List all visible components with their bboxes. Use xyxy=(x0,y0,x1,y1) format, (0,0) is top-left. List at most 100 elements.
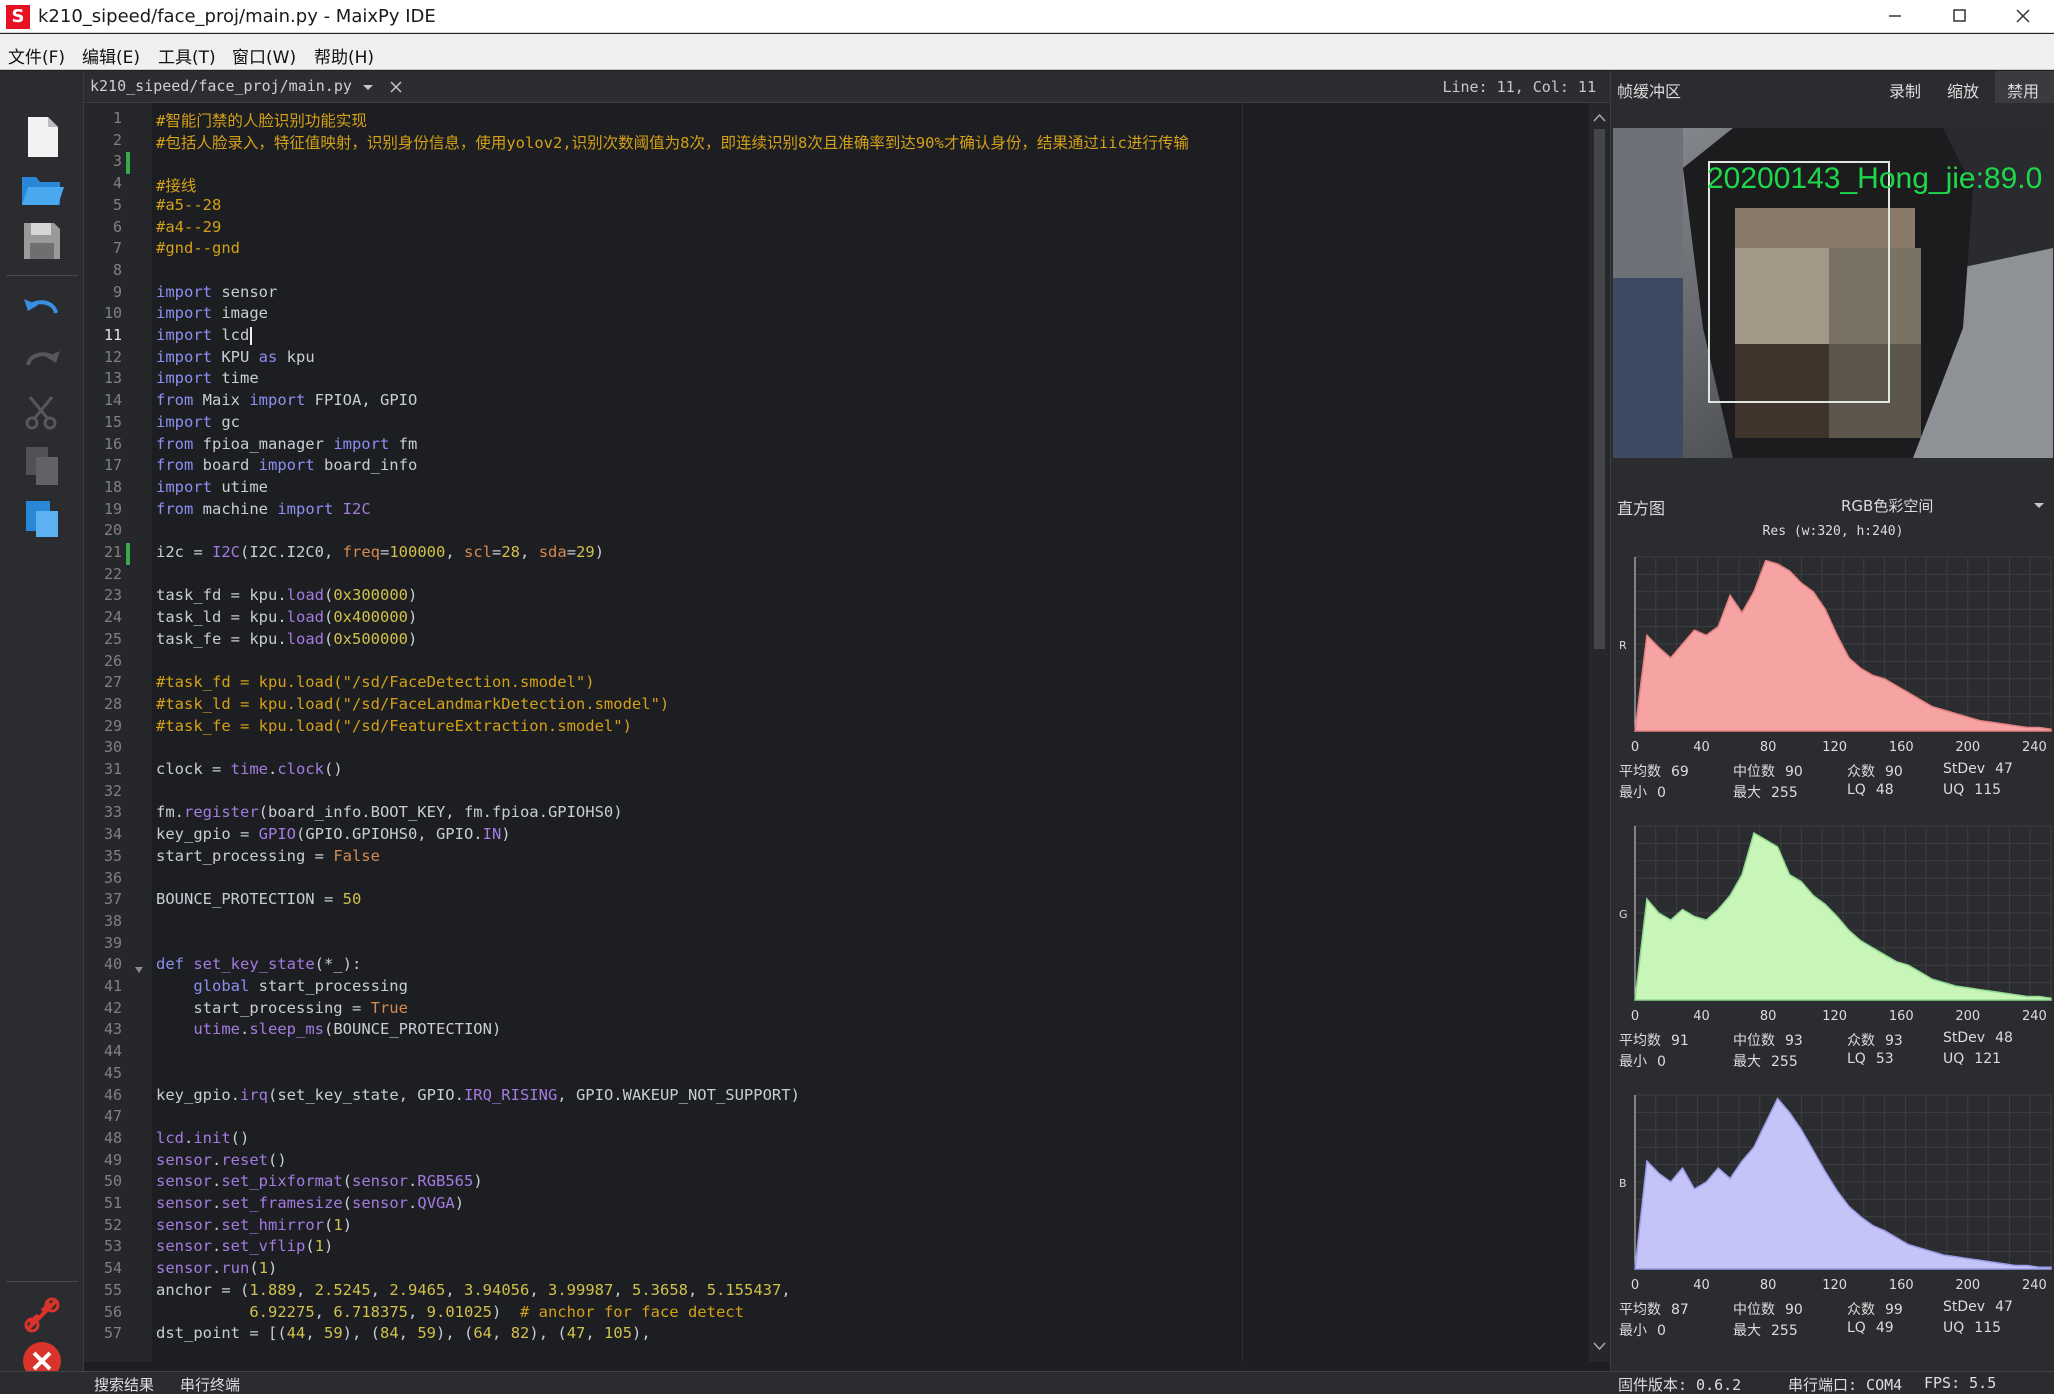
code-line[interactable]: clock = time.clock() xyxy=(156,760,343,778)
code-line[interactable]: def set_key_state(*_): xyxy=(156,955,361,973)
code-line[interactable]: #包括人脸录入，特征值映射，识别身份信息，使用yolov2,识别次数阈值为8次，… xyxy=(156,131,1189,153)
code-line[interactable]: BOUNCE_PROTECTION = 50 xyxy=(156,890,361,908)
code-line[interactable]: import KPU as kpu xyxy=(156,348,315,366)
stat-value: 115 xyxy=(1974,782,2002,798)
code-token: ) xyxy=(407,608,418,627)
code-line[interactable]: sensor.reset() xyxy=(156,1151,287,1169)
record-button[interactable]: 录制 xyxy=(1889,78,1921,102)
code-line[interactable]: #接线 xyxy=(156,174,196,196)
code-line[interactable]: i2c = I2C(I2C.I2C0, freq=100000, scl=28,… xyxy=(156,543,604,561)
paste-icon[interactable] xyxy=(16,491,68,543)
code-line[interactable]: task_fe = kpu.load(0x500000) xyxy=(156,630,417,648)
code-line[interactable]: #a5--28 xyxy=(156,196,221,214)
frame-buffer-header: 帧缓冲区 录制 缩放 禁用 xyxy=(1611,71,2054,103)
code-line[interactable]: import lcd xyxy=(156,326,249,344)
code-line[interactable]: #task_ld = kpu.load("/sd/FaceLandmarkDet… xyxy=(156,695,669,713)
code-token: import xyxy=(156,282,212,301)
code-line[interactable]: from machine import I2C xyxy=(156,500,371,518)
code-line[interactable]: dst_point = [(44, 59), (84, 59), (64, 82… xyxy=(156,1324,651,1342)
fps-readout: FPS: 5.5 xyxy=(1924,1374,1997,1392)
line-number: 5 xyxy=(112,195,122,214)
code-line[interactable]: import image xyxy=(156,304,268,322)
code-token: lcd xyxy=(156,1128,184,1147)
menu-file[interactable]: 文件(F) xyxy=(8,43,65,68)
code-line[interactable]: fm.register(board_info.BOOT_KEY, fm.fpio… xyxy=(156,803,623,821)
code-line[interactable]: import utime xyxy=(156,478,268,496)
code-token: image xyxy=(212,304,268,323)
minimize-button[interactable] xyxy=(1866,0,1924,33)
close-button[interactable] xyxy=(1994,0,2052,33)
fold-arrow-icon[interactable] xyxy=(134,960,144,974)
code-line[interactable]: #gnd--gnd xyxy=(156,239,240,257)
maximize-button[interactable] xyxy=(1930,0,1988,33)
code-line[interactable]: #task_fe = kpu.load("/sd/FeatureExtracti… xyxy=(156,717,632,735)
disable-button[interactable]: 禁用 xyxy=(2007,78,2039,102)
tab-main-py[interactable]: k210_sipeed/face_proj/main.py xyxy=(90,77,352,95)
code-token: . xyxy=(408,1194,418,1212)
search-results-tab[interactable]: 搜索结果 xyxy=(94,1374,154,1394)
tab-dropdown-icon[interactable] xyxy=(358,75,378,99)
code-line[interactable]: sensor.set_framesize(sensor.QVGA) xyxy=(156,1194,464,1212)
close-tab-icon[interactable] xyxy=(384,75,408,99)
cut-icon[interactable] xyxy=(16,387,68,439)
code-line[interactable]: sensor.run(1) xyxy=(156,1259,277,1277)
code-token: , xyxy=(613,1280,633,1299)
code-line[interactable]: from Maix import FPIOA, GPIO xyxy=(156,391,417,409)
new-file-icon[interactable] xyxy=(16,111,68,163)
editor-scrollbar[interactable] xyxy=(1589,103,1610,1362)
menu-tools[interactable]: 工具(T) xyxy=(158,43,216,68)
code-line[interactable]: sensor.set_vflip(1) xyxy=(156,1237,333,1255)
menu-edit[interactable]: 编辑(E) xyxy=(82,43,140,68)
code-token: 59 xyxy=(324,1324,343,1343)
stat-label: 最大 xyxy=(1733,785,1761,801)
menu-window[interactable]: 窗口(W) xyxy=(232,43,296,68)
stat-label: LQ xyxy=(1847,1051,1866,1067)
copy-icon[interactable] xyxy=(16,439,68,491)
code-line[interactable]: start_processing = False xyxy=(156,847,380,865)
code-line[interactable]: import sensor xyxy=(156,283,277,301)
code-line[interactable]: utime.sleep_ms(BOUNCE_PROTECTION) xyxy=(156,1020,501,1038)
code-line[interactable]: anchor = (1.889, 2.5245, 2.9465, 3.94056… xyxy=(156,1281,791,1299)
code-line[interactable]: global start_processing xyxy=(156,977,408,995)
menu-help[interactable]: 帮助(H) xyxy=(314,43,374,68)
code-editor[interactable]: #智能门禁的人脸识别功能实现 #包括人脸录入，特征值映射，识别身份信息，使用yol… xyxy=(152,103,1589,1362)
code-line[interactable]: #a4--29 xyxy=(156,218,221,236)
code-line[interactable]: task_fd = kpu.load(0x300000) xyxy=(156,586,417,604)
stat-value: 47 xyxy=(1995,761,2013,777)
code-token: GPIO xyxy=(258,825,296,844)
code-line[interactable]: import gc xyxy=(156,413,240,431)
save-icon[interactable] xyxy=(16,215,68,267)
code-line[interactable]: key_gpio.irq(set_key_state, GPIO.IRQ_RIS… xyxy=(156,1086,800,1104)
code-line[interactable]: task_ld = kpu.load(0x400000) xyxy=(156,608,417,626)
line-number: 28 xyxy=(103,694,122,713)
code-line[interactable]: from fpioa_manager import fm xyxy=(156,435,417,453)
stat-min: 最小 0 xyxy=(1619,1320,1666,1340)
code-line[interactable]: import time xyxy=(156,369,259,387)
code-line[interactable]: from board import board_info xyxy=(156,456,417,474)
code-token: (GPIO.GPIOHS0, GPIO. xyxy=(295,825,483,844)
code-line[interactable]: start_processing = True xyxy=(156,999,408,1017)
serial-terminal-tab[interactable]: 串行终端 xyxy=(180,1374,240,1394)
color-space-select[interactable]: RGB色彩空间 xyxy=(1841,495,1933,516)
code-token: start_processing = xyxy=(156,998,371,1017)
connect-icon[interactable] xyxy=(16,1289,68,1341)
code-token: 3.94056 xyxy=(464,1280,530,1299)
undo-icon[interactable] xyxy=(16,283,68,335)
code-line[interactable]: #智能门禁的人脸识别功能实现 xyxy=(156,109,367,131)
code-token: as xyxy=(258,347,278,366)
code-line[interactable]: #task_fd = kpu.load("/sd/FaceDetection.s… xyxy=(156,673,595,691)
redo-icon[interactable] xyxy=(16,335,68,387)
line-number: 22 xyxy=(103,564,122,583)
code-line[interactable]: 6.92275, 6.718375, 9.01025) # anchor for… xyxy=(156,1303,744,1321)
stat-value: 255 xyxy=(1771,1054,1798,1070)
code-line[interactable]: key_gpio = GPIO(GPIO.GPIOHS0, GPIO.IN) xyxy=(156,825,511,843)
code-token: , xyxy=(314,1302,334,1321)
code-line[interactable]: lcd.init() xyxy=(156,1129,249,1147)
open-folder-icon[interactable] xyxy=(16,163,68,215)
code-token: I2C xyxy=(342,499,371,518)
chevron-down-icon[interactable] xyxy=(2031,497,2047,513)
stat-stdev: StDev 47 xyxy=(1943,761,2013,777)
code-line[interactable]: sensor.set_hmirror(1) xyxy=(156,1216,352,1234)
zoom-button[interactable]: 缩放 xyxy=(1947,78,1979,102)
code-line[interactable]: sensor.set_pixformat(sensor.RGB565) xyxy=(156,1172,483,1190)
